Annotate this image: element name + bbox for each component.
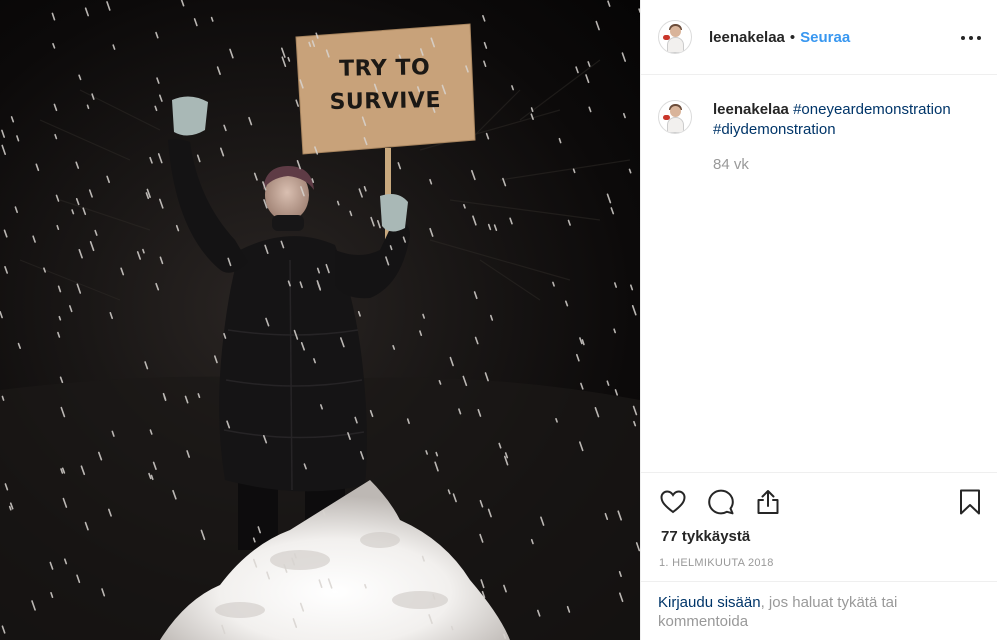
more-options-icon[interactable] xyxy=(961,28,981,48)
post-time-ago[interactable]: 84 vk xyxy=(713,155,978,175)
post-photo[interactable]: TRY TO SURVIVE xyxy=(0,0,640,640)
caption-username[interactable]: leenakelaa xyxy=(713,101,789,118)
post-date[interactable]: 1. helmikuuta 2018 xyxy=(659,557,774,569)
caption-comment: leenakelaa #oneyeardemonstration #diydem… xyxy=(658,100,978,175)
login-link[interactable]: Kirjaudu sisään xyxy=(658,594,761,611)
caption-avatar[interactable] xyxy=(658,100,692,134)
header-username[interactable]: leenakelaa xyxy=(709,29,785,46)
post-header: leenakelaa • Seuraa xyxy=(641,0,997,75)
action-bar xyxy=(641,472,997,533)
instagram-post: TRY TO SURVIVE leenakelaa • Seuraa leena… xyxy=(0,0,997,640)
sign-text: TRY TO SURVIVE xyxy=(329,55,442,115)
share-icon[interactable] xyxy=(754,488,782,516)
heart-icon[interactable] xyxy=(659,488,687,516)
bookmark-icon[interactable] xyxy=(956,488,984,516)
left-mitten xyxy=(172,96,208,136)
hashtag-link[interactable]: #diydemonstration xyxy=(713,121,836,138)
header-separator: • xyxy=(789,28,796,46)
post-side-panel: leenakelaa • Seuraa leenakelaa #oneyeard… xyxy=(640,0,997,640)
user-avatar[interactable] xyxy=(658,20,692,54)
hashtag-link[interactable]: #oneyeardemonstration xyxy=(793,101,951,118)
person-raised-arm xyxy=(168,139,248,273)
comment-icon[interactable] xyxy=(707,488,735,516)
right-mitten xyxy=(380,194,408,232)
login-prompt: Kirjaudu sisään, jos haluat tykätä tai k… xyxy=(641,581,997,640)
person-scarf xyxy=(272,215,304,231)
like-count[interactable]: 77 tykkäystä xyxy=(661,528,750,545)
follow-button[interactable]: Seuraa xyxy=(800,29,850,46)
